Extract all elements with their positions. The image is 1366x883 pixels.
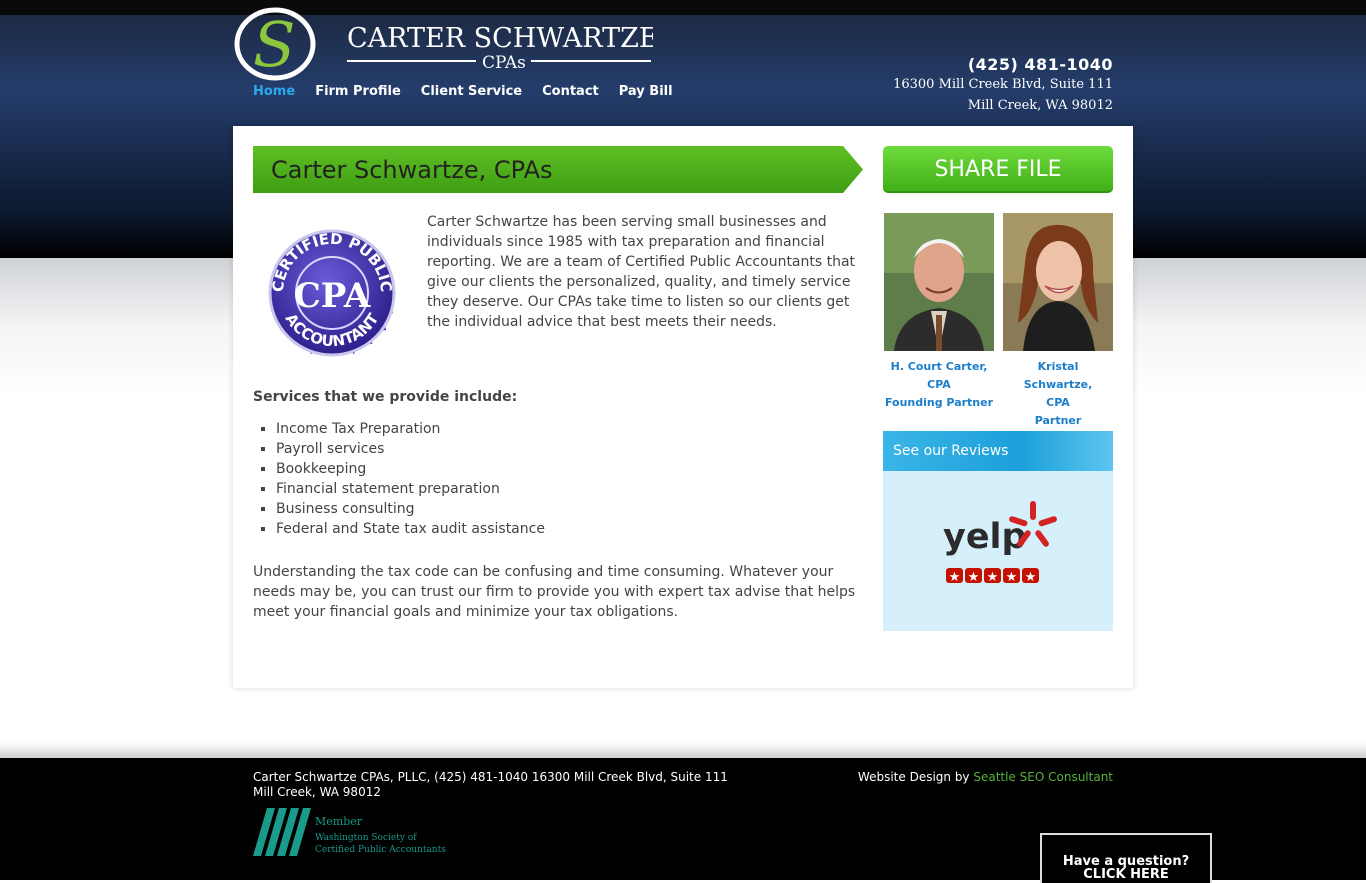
footer-address: Carter Schwartze CPAs, PLLC, (425) 481-1…: [253, 770, 728, 799]
yelp-star-rating: ★ ★ ★ ★ ★: [946, 568, 1039, 585]
svg-text:★: ★: [1025, 570, 1037, 585]
logo-sub: CPAs: [482, 53, 526, 73]
header-phone[interactable]: (425) 481-1040: [893, 55, 1113, 74]
footer-credit: Website Design by Seattle SEO Consultant: [857, 770, 1113, 784]
page-title-bar: Carter Schwartze, CPAs: [253, 146, 863, 193]
service-item: Payroll services: [276, 439, 545, 459]
svg-text:CPA: CPA: [294, 276, 371, 316]
nav-client-service[interactable]: Client Service: [421, 84, 522, 99]
svg-text:★: ★: [1006, 570, 1018, 585]
footer-shadow: [0, 742, 1366, 758]
services-heading: Services that we provide include:: [253, 389, 518, 405]
site-logo[interactable]: S CARTER SCHWARTZE CPAs: [233, 0, 653, 84]
service-item: Bookkeeping: [276, 459, 545, 479]
person-card-schwartze[interactable]: Kristal Schwartze, CPA Partner: [1003, 213, 1113, 430]
header-address-line2: Mill Creek, WA 98012: [967, 98, 1113, 113]
person-name[interactable]: Kristal Schwartze, CPA Partner: [1003, 358, 1113, 430]
portrait-schwartze[interactable]: [1003, 213, 1113, 351]
header-contact: (425) 481-1040 16300 Mill Creek Blvd, Su…: [893, 55, 1113, 116]
main-nav: Home Firm Profile Client Service Contact…: [253, 84, 673, 99]
person-name[interactable]: H. Court Carter, CPA Founding Partner: [884, 358, 994, 412]
portrait-carter[interactable]: [884, 213, 994, 351]
have-a-question-button[interactable]: Have a question? CLICK HERE: [1040, 833, 1212, 883]
page-title: Carter Schwartze, CPAs: [271, 156, 553, 184]
nav-firm-profile[interactable]: Firm Profile: [315, 84, 401, 99]
share-file-button[interactable]: SHARE FILE: [883, 146, 1113, 193]
header-address-line1: 16300 Mill Creek Blvd, Suite 111: [893, 77, 1113, 92]
reviews-box: See our Reviews yelp ★ ★ ★ ★ ★: [883, 431, 1113, 631]
nav-pay-bill[interactable]: Pay Bill: [619, 84, 673, 99]
footer: Carter Schwartze CPAs, PLLC, (425) 481-1…: [0, 758, 1366, 883]
cpa-seal-icon: CERTIFIED PUBLIC CPA ACCOUNTANT: [268, 229, 396, 357]
logo-name: CARTER SCHWARTZE: [347, 23, 653, 54]
svg-text:★: ★: [968, 570, 980, 585]
intro-paragraph: Carter Schwartze has been serving small …: [427, 214, 856, 330]
yelp-badge[interactable]: yelp ★ ★ ★ ★ ★: [883, 471, 1113, 631]
service-item: Income Tax Preparation: [276, 419, 545, 439]
seo-consultant-link[interactable]: Seattle SEO Consultant: [973, 770, 1113, 784]
nav-home[interactable]: Home: [253, 84, 295, 99]
wscpa-member-logo[interactable]: Member Washington Society of Certified P…: [253, 808, 453, 858]
svg-text:Washington Society of: Washington Society of: [315, 833, 417, 843]
wscpa-mark-icon: [253, 808, 311, 856]
services-list: Income Tax Preparation Payroll services …: [253, 419, 545, 539]
outro-paragraph: Understanding the tax code can be confus…: [253, 564, 856, 620]
service-item: Financial statement preparation: [276, 479, 545, 499]
service-item: Business consulting: [276, 499, 545, 519]
person-card-carter[interactable]: H. Court Carter, CPA Founding Partner: [884, 213, 994, 412]
logo-s: S: [253, 8, 295, 81]
svg-text:Member: Member: [315, 815, 363, 828]
svg-text:★: ★: [949, 570, 961, 585]
nav-contact[interactable]: Contact: [542, 84, 599, 99]
svg-text:★: ★: [987, 570, 999, 585]
service-item: Federal and State tax audit assistance: [276, 519, 545, 539]
reviews-heading[interactable]: See our Reviews: [883, 431, 1113, 471]
content-card: Carter Schwartze, CPAs CERTIFIED PUBLIC …: [233, 126, 1133, 688]
svg-text:Certified Public Accountants: Certified Public Accountants: [315, 845, 446, 855]
